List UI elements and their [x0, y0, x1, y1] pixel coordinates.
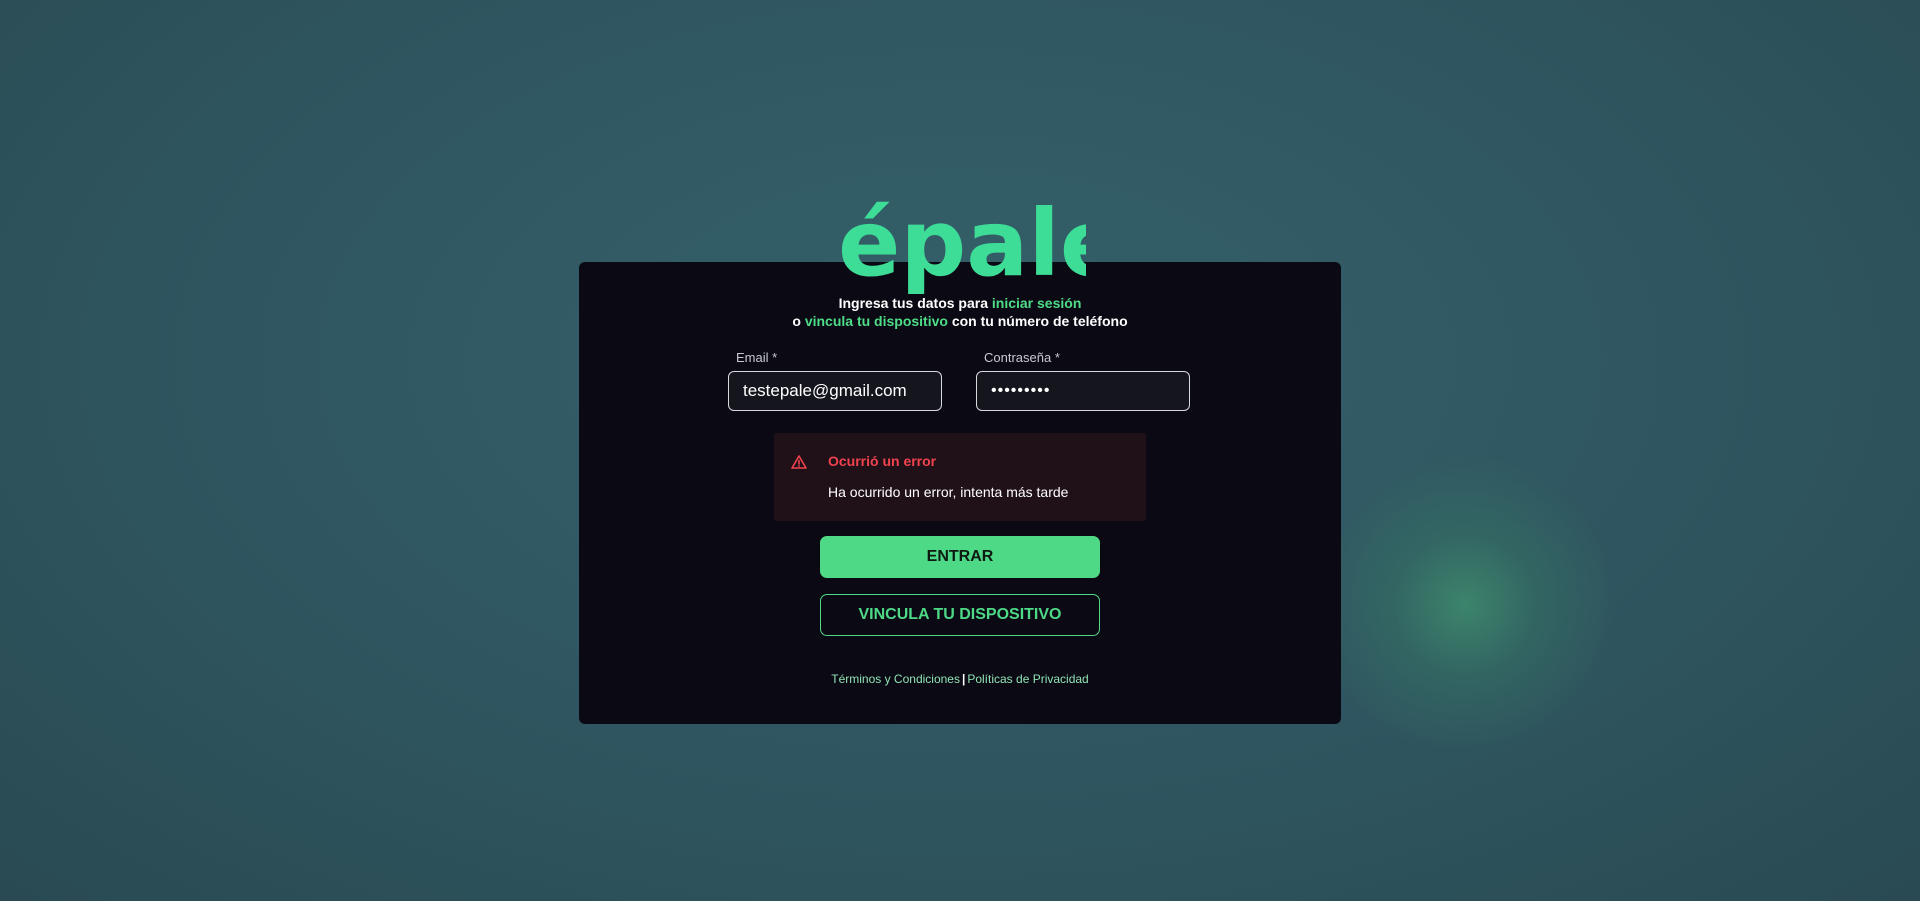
subtitle-line2-suffix: con tu número de teléfono	[947, 313, 1128, 329]
footer-links: Términos y Condiciones | Políticas de Priv…	[579, 672, 1341, 686]
login-button[interactable]: ENTRAR	[820, 536, 1100, 578]
privacy-link[interactable]: Políticas de Privacidad	[967, 672, 1088, 686]
password-label: Contraseña *	[984, 350, 1060, 365]
terms-link[interactable]: Términos y Condiciones	[831, 672, 960, 686]
warning-triangle-icon	[791, 455, 807, 469]
password-field[interactable]	[976, 371, 1190, 411]
email-label: Email *	[736, 350, 778, 365]
subtitle-line2-prefix: o	[792, 313, 805, 329]
logo-text: épale	[838, 195, 1086, 295]
error-alert: Ocurrió un error Ha ocurrido un error, i…	[774, 433, 1146, 521]
email-field[interactable]	[728, 371, 942, 411]
error-message: Ha ocurrido un error, intenta más tarde	[828, 484, 1069, 500]
login-card: Ingresa tus datos para iniciar sesión o …	[579, 262, 1341, 724]
epale-logo: épale	[838, 195, 1086, 295]
subtitle-line1-prefix: Ingresa tus datos para	[838, 295, 992, 311]
link-device-button[interactable]: VINCULA TU DISPOSITIVO	[820, 594, 1100, 636]
subtitle-link-device-highlight: vincula tu dispositivo	[804, 313, 948, 329]
footer-separator: |	[961, 672, 966, 686]
login-subtitle: Ingresa tus datos para iniciar sesión o …	[579, 294, 1341, 330]
subtitle-login-highlight: iniciar sesión	[991, 295, 1082, 311]
error-title: Ocurrió un error	[828, 453, 937, 469]
